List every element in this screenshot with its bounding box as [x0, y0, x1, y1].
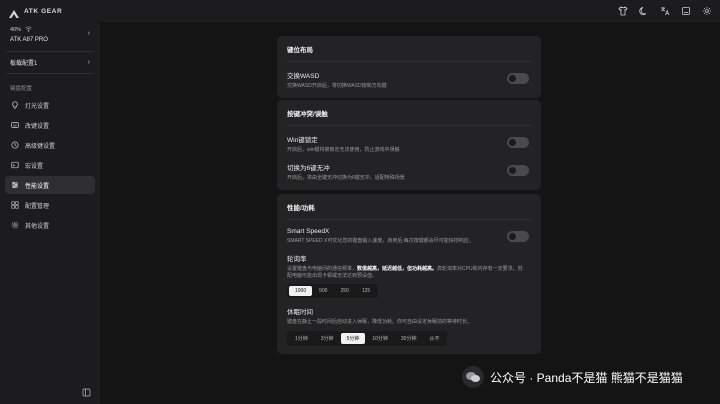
- card-title: 性能/功耗: [287, 205, 315, 212]
- polling-desc: 设置键盘与电脑间的通信频率，数值越高，延迟越低，但功耗越高。高轮询率对CPU和内…: [287, 266, 531, 280]
- polling-desc-a: 设置键盘与电脑间的通信频率，: [287, 265, 358, 272]
- six-key-toggle[interactable]: [507, 164, 529, 176]
- translate-icon[interactable]: [659, 6, 670, 17]
- polling-desc-emphasis: 数值越高，延迟越低，但功耗越高。: [357, 265, 438, 272]
- advanced-key-icon: [11, 141, 19, 149]
- polling-option-125[interactable]: 125: [356, 286, 376, 296]
- row-desc: 交换WASD开启后，将切换WASD按和方向键: [287, 83, 387, 89]
- macro-icon: [11, 161, 19, 169]
- watermark-text: 公众号 · Panda不是猫 熊猫不是猫猫: [490, 370, 683, 385]
- row-desc: SMART SPEED X可优化您的键盘输入速度。启用后,每次按键都会尽可能快地…: [287, 238, 474, 244]
- moon-icon[interactable]: [638, 6, 649, 17]
- watermark: 公众号 · Panda不是猫 熊猫不是猫猫: [462, 362, 720, 392]
- wechat-logo-icon: [462, 366, 484, 388]
- sidebar-item-macro[interactable]: 宏设置: [5, 156, 95, 174]
- keyboard-icon: [11, 121, 19, 129]
- divider: [287, 125, 531, 126]
- sidebar-nav: 灯光设置 改键设置 高级键设置 宏设置 性能设置 配置管理 其他设置: [0, 96, 100, 234]
- polling-rate-selector: 1000 500 250 125: [287, 284, 379, 299]
- layout-card: 键位布局 交换WASD 交换WASD开启后，将切换WASD按和方向键: [277, 36, 541, 98]
- speedx-row: Smart SpeedX SMART SPEED X可优化您的键盘输入速度。启用…: [287, 228, 531, 245]
- divider: [287, 61, 531, 62]
- profile-selector[interactable]: 板载配置1 ›: [0, 52, 100, 73]
- sidebar-item-advanced-keys[interactable]: 高级键设置: [5, 136, 95, 154]
- sidebar-item-label: 其他设置: [25, 223, 50, 230]
- key-conflict-card: 按键冲突/误触 Win键锁定 开启后，win键将被锁定无法使用，防止游戏中误触 …: [277, 100, 541, 190]
- minimize-icon[interactable]: [680, 6, 691, 17]
- device-selector[interactable]: 40% ATK A87 PRO ›: [0, 22, 100, 43]
- atk-logo-icon: [8, 6, 20, 18]
- sidebar-item-other[interactable]: 其他设置: [5, 216, 95, 234]
- polling-option-250[interactable]: 250: [334, 286, 354, 296]
- brand: ATK GEAR: [8, 6, 63, 18]
- sleep-option-5min[interactable]: 5分钟: [340, 333, 366, 344]
- divider: [6, 73, 94, 74]
- collapse-sidebar-icon[interactable]: [82, 384, 91, 397]
- sidebar-item-remap[interactable]: 改键设置: [5, 116, 95, 134]
- sidebar-item-config-manage[interactable]: 配置管理: [5, 196, 95, 214]
- row-title: Smart SpeedX: [287, 228, 330, 235]
- win-lock-row: Win键锁定 开启后，win键将被锁定无法使用，防止游戏中误触: [287, 134, 531, 154]
- main-panel: 键位布局 交换WASD 交换WASD开启后，将切换WASD按和方向键 按键冲突/…: [100, 22, 720, 404]
- sidebar-item-label: 灯光设置: [25, 103, 50, 110]
- row-title: 切换为6键无冲: [287, 164, 330, 172]
- wifi-icon: [25, 26, 32, 34]
- device-name: ATK A87 PRO: [10, 37, 48, 43]
- sidebar-item-label: 配置管理: [25, 203, 50, 210]
- sidebar-item-label: 宏设置: [25, 163, 44, 170]
- grid-icon: [11, 201, 19, 209]
- row-desc: 开启后，将由全键无冲切换为6键无冲，适配特殊场景: [287, 174, 405, 181]
- profile-label: 板载配置1: [10, 61, 38, 67]
- sleep-time-selector: 1分钟 3分钟 5分钟 10分钟 30分钟 从不: [287, 331, 448, 346]
- battery-level: 40%: [10, 27, 22, 33]
- shirt-icon[interactable]: [617, 6, 628, 17]
- title-bar: ATK GEAR: [0, 0, 720, 22]
- row-title: Win键锁定: [287, 137, 318, 144]
- row-desc: 开启后，win键将被锁定无法使用，防止游戏中误触: [287, 147, 400, 153]
- sleep-option-never[interactable]: 从不: [423, 333, 445, 344]
- sidebar-item-performance[interactable]: 性能设置: [5, 176, 95, 194]
- sleep-option-10min[interactable]: 10分钟: [366, 333, 394, 344]
- sleep-option-30min[interactable]: 30分钟: [395, 333, 423, 344]
- sidebar-item-label: 高级键设置: [25, 143, 56, 150]
- row-title: 交换WASD: [287, 73, 320, 80]
- section-label: 键盘配置: [10, 86, 33, 92]
- six-key-row: 切换为6键无冲 开启后，将由全键无冲切换为6键无冲，适配特殊场景: [287, 162, 531, 182]
- sidebar-item-label: 改键设置: [25, 123, 50, 130]
- chevron-right-icon: ›: [87, 59, 90, 66]
- performance-card: 性能/功耗 Smart SpeedX SMART SPEED X可优化您的键盘输…: [277, 194, 541, 354]
- card-title: 键位布局: [287, 47, 313, 54]
- brand-name: ATK GEAR: [24, 7, 63, 15]
- divider: [287, 219, 531, 220]
- polling-option-500[interactable]: 500: [313, 286, 333, 296]
- speedx-toggle[interactable]: [507, 231, 529, 242]
- sleep-title: 休眠时间: [287, 309, 313, 317]
- win-lock-toggle[interactable]: [507, 137, 529, 148]
- sleep-option-3min[interactable]: 3分钟: [315, 333, 340, 344]
- swap-wasd-row: 交换WASD 交换WASD开启后，将切换WASD按和方向键: [287, 70, 531, 90]
- gear-icon: [11, 221, 19, 229]
- swap-wasd-toggle[interactable]: [507, 73, 529, 84]
- chevron-right-icon: ›: [87, 30, 90, 37]
- sidebar-item-label: 性能设置: [25, 183, 50, 190]
- sidebar: 40% ATK A87 PRO › 板载配置1 › 键盘配置 灯光设置 改键设置: [0, 22, 100, 404]
- sleep-desc: 键盘在静止一段时间后自动进入休眠，降低功耗。你可自由设定休眠前的等待时长。: [287, 319, 473, 326]
- sliders-icon: [11, 181, 19, 189]
- polling-option-1000[interactable]: 1000: [289, 286, 313, 297]
- polling-title: 轮询率: [287, 255, 307, 263]
- lightbulb-icon: [11, 101, 19, 109]
- settings-icon[interactable]: [701, 6, 712, 17]
- sidebar-item-lighting[interactable]: 灯光设置: [5, 96, 95, 114]
- sleep-option-1min[interactable]: 1分钟: [289, 333, 314, 344]
- card-title: 按键冲突/误触: [287, 111, 328, 118]
